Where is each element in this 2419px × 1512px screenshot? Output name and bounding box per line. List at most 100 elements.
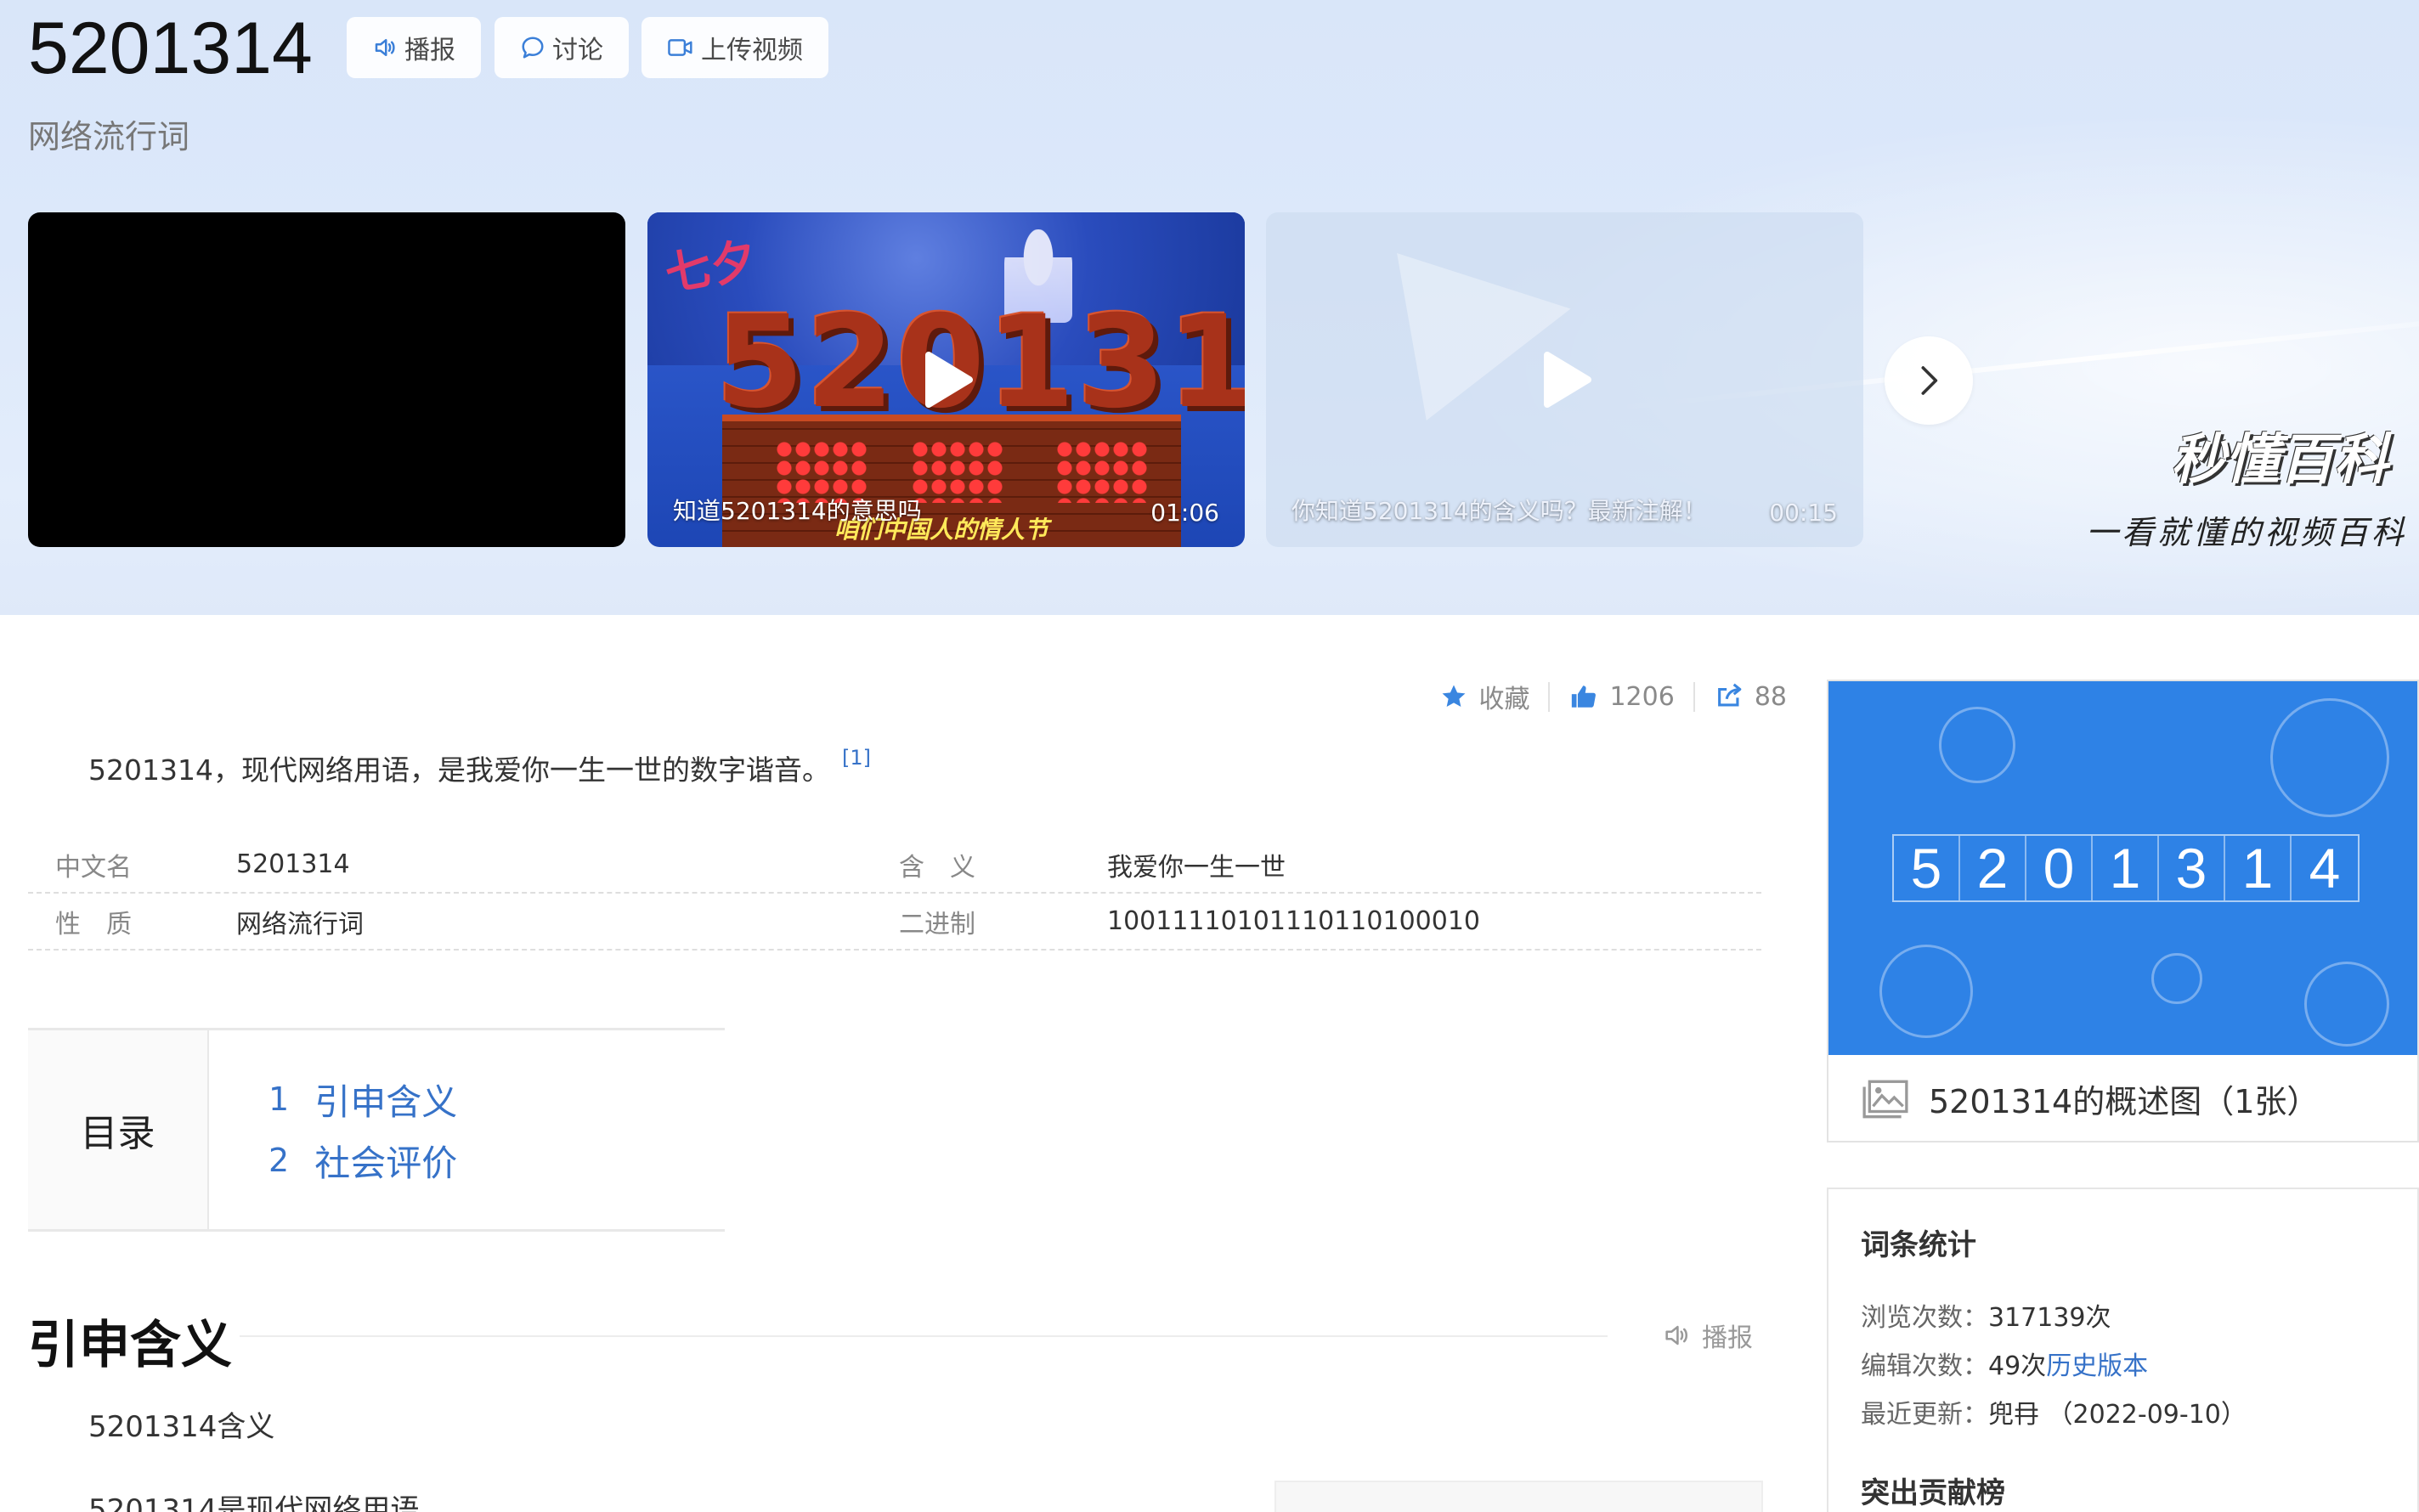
share-button[interactable]: 88 xyxy=(1693,681,1806,712)
stats-label: 编辑次数： xyxy=(1861,1351,1988,1381)
doodle-flask xyxy=(1879,945,1973,1038)
speaker-icon xyxy=(372,35,398,60)
toc-item-extended-meaning[interactable]: 1 引申含义 xyxy=(268,1069,457,1130)
brand-slogan: 一看就懂的视频百科 xyxy=(2086,514,2408,551)
carousel-next-button[interactable] xyxy=(1885,336,1973,425)
info-label: 二进制 xyxy=(899,909,975,939)
overview-digits: 5 2 0 1 3 1 4 xyxy=(1892,834,2360,902)
section-broadcast-label: 播报 xyxy=(1702,1323,1753,1353)
basic-info-table: 中文名 5201314 含 义 我爱你一生一世 性 质 网络流行词 二进制 10… xyxy=(28,837,1761,951)
video-card-2[interactable]: 七夕 5201314 咱们中国人的情人节 知道5201314的意思吗 01:06 xyxy=(647,212,1245,547)
info-row: 性 质 网络流行词 二进制 10011110101110110100010 xyxy=(28,894,1761,951)
info-value: 10011110101110110100010 xyxy=(1107,906,1480,936)
info-label: 中文名 xyxy=(55,852,132,883)
stats-updated: 最近更新： 兜冄 （2022-09-10） xyxy=(1861,1387,2417,1436)
digit: 4 xyxy=(2309,837,2341,900)
entry-statistics: 词条统计 浏览次数： 317139次 编辑次数： 49次 历史版本 最近更新： … xyxy=(1827,1188,2419,1512)
toc-number: 2 xyxy=(268,1142,290,1179)
toc-number: 1 xyxy=(268,1080,290,1118)
upload-video-label: 上传视频 xyxy=(701,36,803,65)
digit: 5 xyxy=(1894,836,1960,900)
star-icon xyxy=(1439,682,1468,711)
toc-list: 1 引申含义 2 社会评价 xyxy=(209,1030,457,1229)
upload-video-button[interactable]: 上传视频 xyxy=(641,17,828,78)
digit: 1 xyxy=(2093,836,2159,900)
stats-label: 浏览次数： xyxy=(1861,1302,1988,1333)
page-subtitle: 网络流行词 xyxy=(28,118,190,155)
toc-item-social-evaluation[interactable]: 2 社会评价 xyxy=(268,1130,457,1191)
share-count: 88 xyxy=(1754,681,1787,712)
favorite-button[interactable]: 收藏 xyxy=(1421,678,1548,715)
overview-caption[interactable]: 5201314的概述图（1张） xyxy=(1828,1055,2417,1142)
overview-image[interactable]: 5 2 0 1 3 1 4 xyxy=(1828,681,2417,1055)
stats-edits: 编辑次数： 49次 历史版本 xyxy=(1861,1339,2417,1387)
video-thumb-number: 5201314 xyxy=(715,289,1245,437)
toc-title: 目录 xyxy=(28,1030,209,1229)
digit: 1 xyxy=(2225,836,2292,900)
video-thumb-heart xyxy=(1055,440,1149,503)
video-card-3[interactable]: 你知道5201314的含义吗？最新注解！ 00:15 xyxy=(1266,212,1863,547)
doodle-globe xyxy=(2270,698,2389,817)
toc-label: 社会评价 xyxy=(314,1142,458,1184)
video-duration: 00:15 xyxy=(1769,499,1838,527)
digit: 0 xyxy=(2026,836,2093,900)
broadcast-label: 播报 xyxy=(404,36,455,65)
broadcast-button[interactable]: 播报 xyxy=(347,17,481,78)
video-card-1[interactable] xyxy=(28,212,625,547)
play-icon[interactable] xyxy=(1535,350,1595,409)
entry-actions: 收藏 1206 88 xyxy=(1421,675,1806,718)
history-version-link[interactable]: 历史版本 xyxy=(2046,1345,2148,1382)
doodle-circle xyxy=(1939,707,2015,783)
toc-label: 引申含义 xyxy=(314,1080,458,1123)
doodle-bubble xyxy=(2151,953,2202,1004)
stats-title: 词条统计 xyxy=(1861,1228,1976,1262)
like-button[interactable]: 1206 xyxy=(1548,681,1693,712)
play-icon[interactable] xyxy=(917,350,976,409)
contributors-title: 突出贡献榜 xyxy=(1861,1476,2005,1510)
page: 5201314 播报 讨论 上传视频 网络流行词 七夕 520131 咱们中国人… xyxy=(0,0,2419,1512)
stats-views: 浏览次数： 317139次 xyxy=(1861,1290,2417,1339)
discuss-button[interactable]: 讨论 xyxy=(495,17,629,78)
stats-label: 最近更新： xyxy=(1861,1399,1988,1430)
doodle-flask xyxy=(2304,962,2389,1047)
info-row: 中文名 5201314 含 义 我爱你一生一世 xyxy=(28,837,1761,894)
video-camera-icon xyxy=(667,35,694,60)
stats-value: 317139次 xyxy=(1988,1302,2111,1333)
chat-bubble-icon xyxy=(520,35,545,60)
info-label: 性 质 xyxy=(55,909,132,939)
summary-text: 5201314，现代网络用语，是我爱你一生一世的数字谐音。 xyxy=(88,753,830,787)
thumbs-up-icon xyxy=(1568,682,1599,711)
info-value: 我爱你一生一世 xyxy=(1107,852,1286,883)
section-divider xyxy=(240,1335,1608,1337)
digit: 2 xyxy=(1960,836,2026,900)
section-paragraph: 5201314含义 xyxy=(88,1410,275,1444)
digit: 3 xyxy=(2159,836,2225,900)
discuss-label: 讨论 xyxy=(552,36,603,65)
share-icon xyxy=(1714,682,1744,711)
page-title: 5201314 xyxy=(28,8,313,89)
video-caption: 知道5201314的意思吗 xyxy=(673,497,922,525)
favorite-label: 收藏 xyxy=(1478,685,1530,714)
overview-caption-text: 5201314的概述图（1张） xyxy=(1929,1083,2320,1120)
section-broadcast-button[interactable]: 播报 xyxy=(1661,1317,1753,1354)
chevron-right-icon xyxy=(1921,366,1938,395)
overview-picture-card[interactable]: 5 2 0 1 3 1 4 5201314的概述图（1张） xyxy=(1827,680,2419,1142)
section-heading: 引申含义 xyxy=(28,1316,232,1375)
stats-value: 49次 xyxy=(1988,1351,2047,1381)
stats-value: 兜冄 （2022-09-10） xyxy=(1988,1399,2247,1430)
reference-link[interactable]: [1] xyxy=(842,746,871,770)
section-side-image xyxy=(1274,1481,1763,1512)
hero-banner: 5201314 播报 讨论 上传视频 网络流行词 七夕 520131 咱们中国人… xyxy=(0,0,2419,615)
speaker-icon xyxy=(1665,1325,1688,1346)
info-value: 5201314 xyxy=(236,849,350,879)
video-duration: 01:06 xyxy=(1150,499,1219,527)
section-paragraph: 5201314是现代网络用语 xyxy=(88,1493,420,1512)
image-gallery-icon xyxy=(1862,1080,1908,1118)
brand-logo: 秒懂百科 xyxy=(2171,429,2388,492)
info-value: 网络流行词 xyxy=(236,909,364,939)
video-thumb-heart xyxy=(911,440,1004,503)
video-caption: 你知道5201314的含义吗？最新注解！ xyxy=(1291,497,1707,525)
lemma-summary: 5201314，现代网络用语，是我爱你一生一世的数字谐音。 [1] xyxy=(88,746,871,788)
info-label: 含 义 xyxy=(899,852,975,883)
like-count: 1206 xyxy=(1609,681,1675,712)
